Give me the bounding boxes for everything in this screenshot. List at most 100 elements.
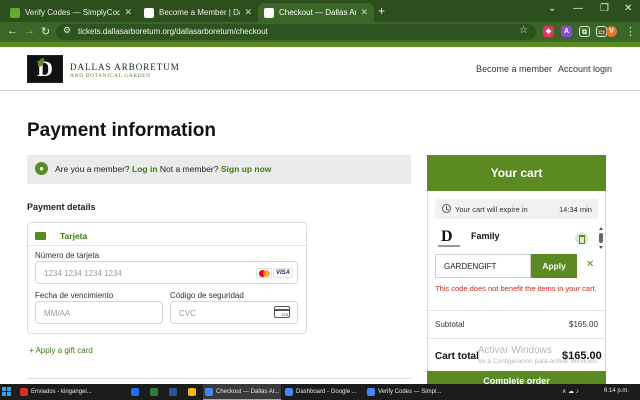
become-member-link[interactable]: Become a member [476,64,552,74]
taskbar-label: Checkout — Dallas Ar... [216,388,280,395]
logo-subtitle: AND BOTANICAL GARDEN [70,73,151,79]
minimize-icon[interactable]: — [573,3,583,14]
not-member-text: Not a member? [159,164,219,174]
signup-link[interactable]: Sign up now [221,164,272,174]
cart-panel [427,191,606,400]
taskbar-item-dashboard[interactable]: Dashboard - Google ... [283,384,363,400]
shield-icon[interactable]: ◆ [543,26,554,37]
clear-promo-icon[interactable]: ✕ [586,259,594,270]
pinned-app-icon[interactable] [131,388,139,396]
expiry-input[interactable]: MM/AA [35,301,163,324]
header-divider [0,90,640,91]
page-title: Payment information [27,120,216,141]
card-number-label: Número de tarjeta [35,251,100,260]
site-info-icon[interactable]: ⚙ [63,25,71,36]
security-code-label: Código de seguridad [170,291,244,300]
arboretum-favicon-icon [144,7,154,18]
close-tab-icon[interactable]: ✕ [124,7,132,18]
menu-kebab-icon[interactable]: ⋮ [625,25,636,38]
puzzle-icon[interactable]: ⧉ [579,26,590,37]
apply-promo-button[interactable]: Apply [531,254,577,278]
taskbar-item-verify-codes[interactable]: Verify Codes — Simpl... [365,384,445,400]
logo-name[interactable]: DALLAS ARBORETUM [70,62,180,72]
clock-icon [442,204,451,213]
reload-icon[interactable]: ↻ [41,25,50,38]
arboretum-favicon-icon [264,7,274,18]
chrome-icon [285,388,293,396]
tab-verify-codes[interactable]: Verify Codes — SimplyCodes ✕ [4,3,138,22]
close-tab-icon[interactable]: ✕ [360,7,368,18]
visa-icon: VISA [273,268,293,278]
user-icon: ● [35,162,48,175]
back-icon[interactable]: ← [7,25,18,37]
browser-tab-bar: Verify Codes — SimplyCodes ✕ Become a Me… [0,0,640,22]
a-icon[interactable]: A [561,26,572,37]
new-tab-icon[interactable]: + [378,4,385,18]
scroll-down-arrow[interactable] [599,246,603,249]
windows-start-icon[interactable] [2,387,12,397]
cart-total-label: Cart total [435,351,479,362]
taskbar-label: Dashboard - Google ... [296,389,357,395]
item-logo-letter: D [441,228,453,245]
cart-title: Your cart [427,155,606,191]
tab-label: Checkout — Dallas Arboretum [279,8,357,17]
login-link[interactable]: Log in [132,164,158,174]
card-number-placeholder: 1234 1234 1234 1234 [44,269,122,278]
tab-checkout[interactable]: Checkout — Dallas Arboretum ✕ [258,3,374,22]
account-login-link[interactable]: Account login [558,64,612,74]
promo-code-value: GARDENGIFT [444,262,497,271]
member-question: Are you a member? [55,164,130,174]
cvc-icon-text: 123 [281,312,288,317]
windows-taskbar: Enviados - kingangel... Checkout — Dalla… [0,384,640,400]
card-method-tab[interactable]: Tarjeta [60,231,87,241]
bookmark-star-icon[interactable]: ☆ [519,25,528,36]
cart-divider [428,310,605,311]
mastercard-icon [256,268,272,278]
payment-details-heading: Payment details [27,202,96,212]
promo-code-input[interactable]: GARDENGIFT [435,254,531,278]
apply-gift-card-link[interactable]: + Apply a gift card [29,346,93,355]
expiry-label: Fecha de vencimiento [35,291,114,300]
system-tray-icons[interactable]: ∧ ☁ ♪ [562,388,579,395]
cart-expiry-time: 14:34 min [559,205,592,214]
cart-item-name: Family [471,231,500,241]
scroll-up-arrow[interactable] [599,227,603,230]
member-prompt-text: Are you a member? Log in Not a member? S… [55,164,271,174]
taskbar-label: Enviados - kingangel... [31,389,92,395]
maximize-icon[interactable]: ❐ [600,3,609,14]
close-tab-icon[interactable]: ✕ [244,7,252,18]
site-top-bar [0,42,640,47]
subtotal-label: Subtotal [435,320,465,329]
trash-icon[interactable] [575,232,588,245]
forward-icon[interactable]: → [24,25,35,37]
folder-icon[interactable] [188,388,196,396]
credit-card-icon [35,232,46,240]
cart-expiry-text: Your cart will expire in [455,205,528,214]
url-text: tickets.dallasarboretum.org/dallasarbore… [78,27,268,36]
scrollbar-thumb[interactable] [599,233,603,243]
activate-windows-title: Activar Windows [478,345,552,356]
expiry-placeholder: MM/AA [44,309,71,318]
close-window-icon[interactable]: ✕ [624,3,632,14]
cvc-card-icon: 123 [274,306,290,318]
excel-icon[interactable] [150,388,158,396]
item-logo: D [438,228,460,250]
taskbar-clock[interactable]: 6:14 p.m. [604,388,629,394]
chrome-icon [205,387,213,396]
taskbar-item-checkout[interactable]: Checkout — Dallas Ar... [203,384,281,400]
subtotal-value: $165.00 [569,320,598,329]
browser-toolbar: ← → ↻ ⚙ tickets.dallasarboretum.org/dall… [0,22,640,42]
promo-error-message: This code does not benefit the items in … [435,284,597,293]
cvc-placeholder: CVC [179,309,196,318]
address-bar[interactable]: ⚙ tickets.dallasarboretum.org/dallasarbo… [56,24,536,40]
logo-mark[interactable]: D [27,55,63,83]
chrome-icon [367,388,375,396]
word-icon[interactable] [169,388,177,396]
taskbar-item-gmail[interactable]: Enviados - kingangel... [18,384,122,400]
profile-avatar[interactable]: V [606,26,617,37]
section-divider [27,378,411,379]
tab-become-member[interactable]: Become a Member | Dallas Arbo ✕ [138,3,258,22]
tab-label: Become a Member | Dallas Arbo [159,8,240,17]
tab-search-icon[interactable]: ⌄ [548,3,556,14]
card-tab-divider [28,245,306,246]
